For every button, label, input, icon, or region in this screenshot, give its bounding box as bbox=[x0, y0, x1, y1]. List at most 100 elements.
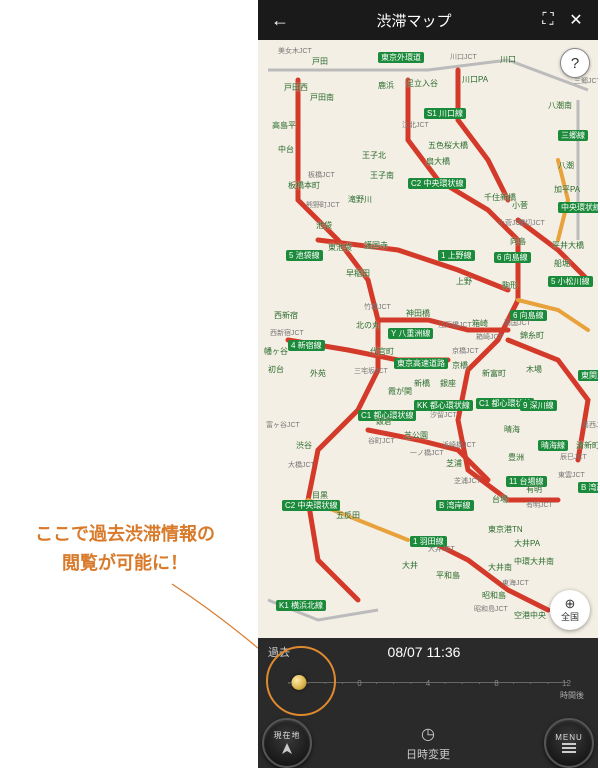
slider-thumb[interactable] bbox=[292, 675, 307, 690]
route-badge: C2 中央環状線 bbox=[282, 500, 340, 511]
station-label: 西新宿 bbox=[274, 310, 298, 321]
station-label: 戸田南 bbox=[310, 92, 334, 103]
junction-label: 江北JCT bbox=[402, 120, 429, 130]
slider-tick: · bbox=[476, 679, 482, 688]
station-label: 初台 bbox=[268, 364, 284, 375]
junction-label: 堀切JCT bbox=[518, 218, 545, 228]
station-label: 京橋 bbox=[452, 360, 468, 371]
station-label: 加平PA bbox=[554, 184, 580, 195]
station-label: 池袋 bbox=[316, 220, 332, 231]
junction-label: 汐留JCT bbox=[430, 410, 457, 420]
back-button[interactable]: ← bbox=[266, 10, 294, 31]
change-datetime-button[interactable]: ◷ 日時変更 bbox=[312, 724, 544, 762]
junction-label: 東海JCT bbox=[502, 578, 529, 588]
expand-icon[interactable]: ⛶ bbox=[534, 11, 562, 29]
station-label: 木場 bbox=[526, 364, 542, 375]
change-datetime-label: 日時変更 bbox=[406, 746, 450, 762]
current-location-button[interactable]: 現在地 bbox=[262, 718, 312, 768]
station-label: 豊洲 bbox=[508, 452, 524, 463]
route-badge: S1 川口線 bbox=[424, 108, 466, 119]
station-label: 高島平 bbox=[272, 120, 296, 131]
station-label: 五色桜大橋 bbox=[428, 140, 468, 151]
station-label: 向島 bbox=[510, 236, 526, 247]
station-label: 川口PA bbox=[462, 74, 488, 85]
route-badge: K1 横浜北線 bbox=[276, 600, 326, 611]
route-badge: 1 上野線 bbox=[438, 250, 475, 261]
station-label: 目黒 bbox=[312, 490, 328, 501]
station-label: 神田橋 bbox=[406, 308, 430, 319]
menu-label: MENU bbox=[555, 733, 583, 742]
location-arrow-icon bbox=[280, 742, 294, 756]
station-label: 銀座 bbox=[440, 378, 456, 389]
magnify-icon: ⊕ bbox=[565, 597, 576, 610]
route-badge: 晴海線 bbox=[538, 440, 568, 451]
station-label: 早稲田 bbox=[346, 268, 370, 279]
slider-tick: · bbox=[459, 679, 465, 688]
junction-label: 竹橋JCT bbox=[364, 302, 391, 312]
station-label: 八潮南 bbox=[548, 100, 572, 111]
help-button[interactable]: ? bbox=[560, 48, 590, 78]
slider-tick: · bbox=[374, 679, 380, 688]
station-label: 五反田 bbox=[336, 510, 360, 521]
station-label: 芝浦 bbox=[446, 458, 462, 469]
route-badge: C2 中央環状線 bbox=[408, 178, 466, 189]
station-label: 王子北 bbox=[362, 150, 386, 161]
station-label: 足立入谷 bbox=[406, 78, 438, 89]
slider-tick: · bbox=[322, 679, 328, 688]
station-label: 川口 bbox=[500, 54, 516, 65]
traffic-map[interactable]: ? ⊕ 全国 東京外環道S1 川口線C2 中央環状線5 池袋線1 上野線6 向島… bbox=[258, 40, 598, 638]
station-label: 北の丸 bbox=[356, 320, 380, 331]
station-label: 戸田西 bbox=[284, 82, 308, 93]
junction-label: 美女木JCT bbox=[278, 46, 312, 56]
junction-label: 辰巳JCT bbox=[560, 452, 587, 462]
station-label: 平井大橋 bbox=[552, 240, 584, 251]
slider-tick: · bbox=[339, 679, 345, 688]
station-label: 霞が関 bbox=[388, 386, 412, 397]
station-label: 平和島 bbox=[436, 570, 460, 581]
route-badge: 6 向島線 bbox=[494, 252, 531, 263]
junction-label: 有明JCT bbox=[526, 500, 553, 510]
slider-tick: · bbox=[408, 679, 414, 688]
zoom-national-button[interactable]: ⊕ 全国 bbox=[550, 590, 590, 630]
station-label: 八潮 bbox=[558, 160, 574, 171]
callout-line1: ここで過去渋滞情報の bbox=[35, 524, 215, 544]
app-screen: ← 渋滞マップ ⛶ ✕ bbox=[258, 0, 598, 768]
junction-label: 江戸橋JCT bbox=[438, 320, 472, 330]
station-label: 昭和島 bbox=[482, 590, 506, 601]
route-badge: 9 深川線 bbox=[520, 400, 557, 411]
slider-tick: · bbox=[442, 679, 448, 688]
junction-label: 京橋JCT bbox=[452, 346, 479, 356]
close-icon[interactable]: ✕ bbox=[562, 10, 590, 30]
callout-line2: 閲覧が可能に！ bbox=[62, 553, 188, 573]
station-label: 代官町 bbox=[370, 346, 394, 357]
route-badge: 東京外環道 bbox=[378, 52, 424, 63]
station-label: 駒形 bbox=[502, 280, 518, 291]
station-label: 上野 bbox=[456, 276, 472, 287]
station-label: 中環大井南 bbox=[514, 556, 554, 567]
station-label: 箱崎 bbox=[472, 318, 488, 329]
page-title: 渋滞マップ bbox=[294, 10, 534, 31]
station-label: 護国寺 bbox=[364, 240, 388, 251]
time-control-panel: 過去 08/07 11:36 -1···0···4···8···12 時間後 現… bbox=[258, 638, 598, 768]
bottom-button-row: 現在地 ◷ 日時変更 MENU bbox=[258, 722, 598, 768]
slider-tick: · bbox=[528, 679, 534, 688]
junction-label: 葛西JCT bbox=[582, 420, 598, 430]
time-slider[interactable]: -1···0···4···8···12 時間後 bbox=[288, 666, 568, 710]
route-badge: 東京高速道路 bbox=[394, 358, 448, 369]
station-label: 東京港TN bbox=[488, 524, 523, 535]
station-label: 王子南 bbox=[370, 170, 394, 181]
route-badge: 東関東 bbox=[578, 370, 598, 381]
station-label: 戸田 bbox=[312, 56, 328, 67]
menu-button[interactable]: MENU bbox=[544, 718, 594, 768]
junction-label: 昭和島JCT bbox=[474, 604, 508, 614]
junction-label: 富ヶ谷JCT bbox=[266, 420, 300, 430]
station-label: 滝野川 bbox=[348, 194, 372, 205]
station-label: 台場 bbox=[492, 494, 508, 505]
station-label: 鹿浜 bbox=[378, 80, 394, 91]
junction-label: 浜崎橋JCT bbox=[442, 440, 476, 450]
header-bar: ← 渋滞マップ ⛶ ✕ bbox=[258, 0, 598, 40]
station-label: 新橋 bbox=[414, 378, 430, 389]
junction-label: 三郷JCT bbox=[574, 76, 598, 86]
junction-label: 芝浦JCT bbox=[454, 476, 481, 486]
route-badge: 中央環状線 bbox=[558, 202, 598, 213]
